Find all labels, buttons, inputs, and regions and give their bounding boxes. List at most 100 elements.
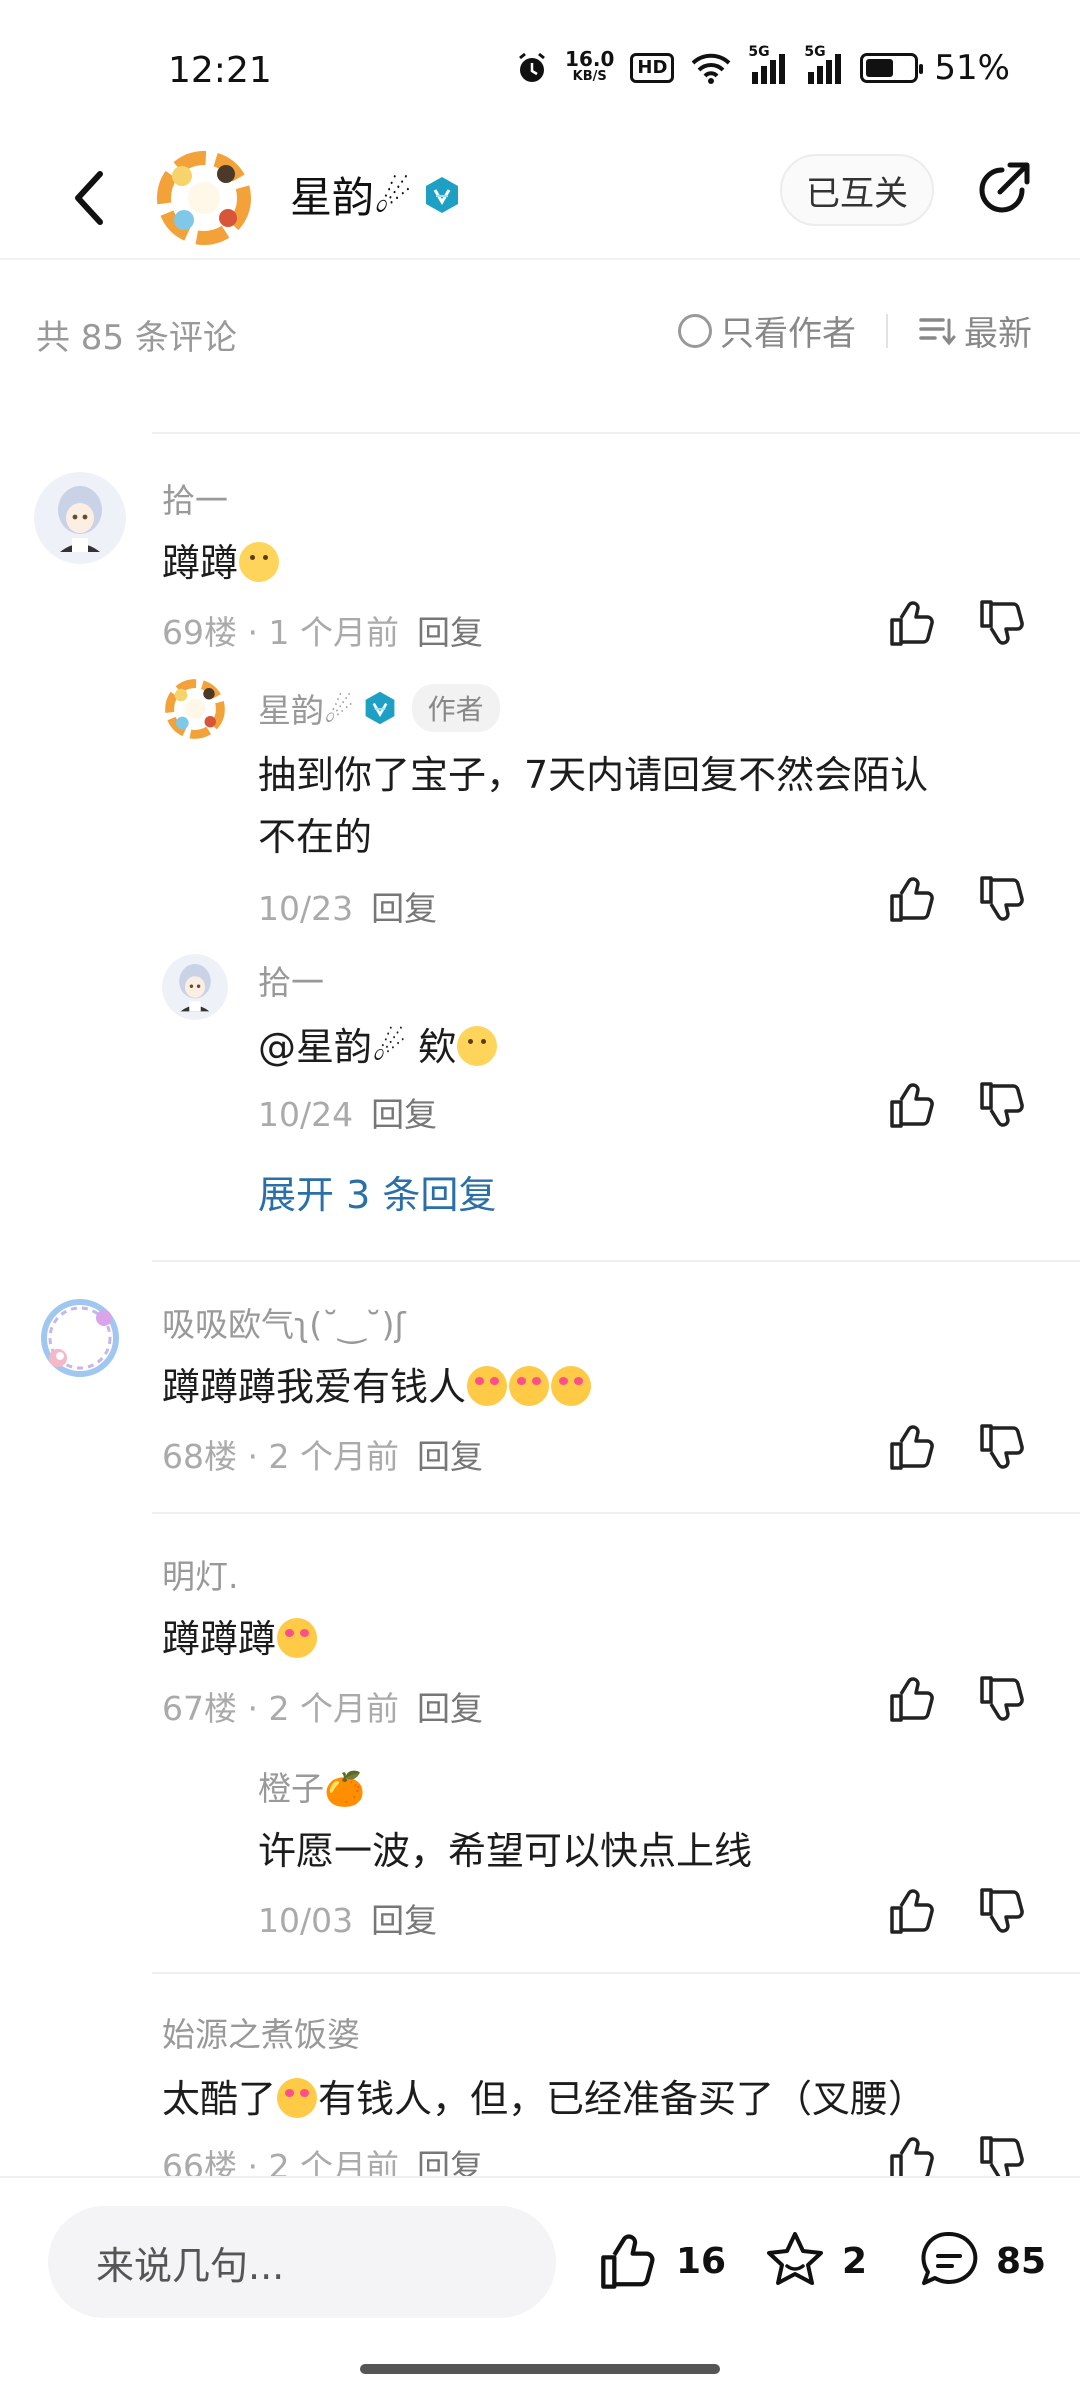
comment-floor-time: 69楼 · 1 个月前 [162,613,399,652]
share-icon[interactable] [964,152,1040,228]
battery-percent: 51% [934,48,1010,88]
reply-date: 10/23 [258,889,354,928]
reply-avatar[interactable] [162,954,228,1020]
comment-username[interactable]: 拾一 [162,474,228,522]
reply-text-content: @星韵☄ 欸 [258,1025,457,1069]
thumbs-up-icon[interactable] [886,596,940,650]
reply-button[interactable]: 回复 [371,889,437,928]
comment-username[interactable]: 始源之煮饭婆 [162,2008,360,2056]
network-speed: 16.0 KB/S [565,47,615,85]
author-avatar[interactable] [152,146,256,250]
comment-button[interactable]: 85 [916,2228,1046,2294]
author-name-row: 星韵☄ [290,164,462,225]
author-only-toggle[interactable]: 只看作者 [678,306,856,355]
comments-filter: 只看作者 最新 [678,306,1032,355]
divider [152,1260,1080,1262]
comment-count: 共 85 条评论 [36,318,237,358]
signal-label-1: 5G [748,44,770,60]
author-name[interactable]: 星韵☄ [290,164,412,225]
comment-text-before: 太酷了 [162,2077,277,2121]
thumbs-up-icon [601,2234,655,2289]
back-button[interactable] [50,158,130,238]
comments-toolbar: 共 85 条评论 只看作者 最新 [0,262,1080,404]
reply-meta: 10/24 回复 [258,1088,437,1136]
comment-text: 太酷了 有钱人，但，已经准备买了（叉腰） [162,2068,926,2130]
divider [152,432,1080,434]
comment-username[interactable]: 吸吸欧气ʅ(˘‿˘)ʃ [162,1298,406,1346]
emoji-heart-eyes-icon [467,1366,508,1406]
thumbs-down-icon[interactable] [976,596,1030,650]
comment-meta: 68楼 · 2 个月前 回复 [162,1430,483,1478]
status-bar: 12:21 16.0 KB/S HD 5G 5G 51% [0,0,1080,140]
verified-badge-icon [365,691,394,725]
author-only-label: 只看作者 [720,314,856,354]
reply-username[interactable]: 橙子🍊 [258,1762,365,1810]
status-icons: 16.0 KB/S HD 5G 5G 51% [515,44,1010,88]
expand-replies-link[interactable]: 展开 3 条回复 [258,1164,496,1219]
comment-avatar[interactable] [34,472,126,564]
reply-avatar[interactable] [162,676,228,742]
emoji-smile-icon [457,1026,498,1066]
emoji-heart-eyes-icon [551,1366,592,1406]
signal-icon-1: 5G [748,44,788,84]
verified-badge-icon [425,176,458,213]
back-arrow-icon [75,171,103,225]
alarm-icon [515,51,549,85]
thumbs-up-icon[interactable] [886,1078,940,1132]
reply-button[interactable]: 回复 [417,1437,483,1476]
wifi-icon [690,52,732,84]
divider [152,1512,1080,1514]
post-header: 星韵☄ 已互关 [0,140,1080,260]
star-icon [767,2232,823,2285]
battery-fill [866,59,894,77]
comment-icon [921,2231,978,2285]
author-tag: 作者 [411,684,500,732]
comment-count-bottom: 85 [996,2240,1047,2282]
thumbs-up-icon[interactable] [886,872,940,926]
sort-button[interactable]: 最新 [918,306,1032,355]
reply-text: @星韵☄ 欸 [258,1016,498,1078]
signal-icon-2: 5G [804,44,844,84]
home-indicator[interactable] [360,2364,720,2374]
thumbs-down-icon[interactable] [976,1672,1030,1726]
reply-username[interactable]: 拾一 [258,956,324,1004]
comment-floor-time: 68楼 · 2 个月前 [162,1437,399,1476]
comment-input[interactable]: 来说几句... [48,2206,556,2318]
circle-icon [678,313,712,348]
reply-button[interactable]: 回复 [417,613,483,652]
reply-button[interactable]: 回复 [371,1901,437,1940]
comment-username[interactable]: 明灯. [162,1550,239,1598]
thumbs-up-icon[interactable] [886,1884,940,1938]
reply-button[interactable]: 回复 [417,1689,483,1728]
reply-username-row: 星韵☄ 作者 [258,684,500,732]
reply-text-line-2: 不在的 [258,815,373,859]
thumbs-down-icon[interactable] [976,1884,1030,1938]
reply-username[interactable]: 星韵☄ [258,684,354,732]
network-speed-unit: KB/S [572,69,607,84]
emoji-smile-icon [239,542,280,582]
thumbs-down-icon[interactable] [976,1078,1030,1132]
emoji-heart-eyes-icon [277,1618,318,1658]
reply-text-line-1: 抽到你了宝子，7天内请回复不然会陌认 [258,753,929,797]
thumbs-down-icon[interactable] [976,1420,1030,1474]
comment-text-after: 有钱人，但，已经准备买了（叉腰） [318,2077,927,2121]
network-speed-value: 16.0 [565,47,615,71]
status-time: 12:21 [168,50,272,91]
emoji-heart-eyes-icon [509,1366,550,1406]
comment-meta: 67楼 · 2 个月前 回复 [162,1682,483,1730]
comment-avatar[interactable] [34,1292,126,1384]
emoji-heart-eyes-icon [277,2078,318,2118]
thumbs-up-icon[interactable] [886,1420,940,1474]
separator [886,313,888,348]
reply-button[interactable]: 回复 [371,1095,437,1134]
thumbs-up-icon[interactable] [886,1672,940,1726]
hd-icon: HD [630,53,675,83]
follow-status-button[interactable]: 已互关 [780,154,934,226]
reply-text: 许愿一波，希望可以快点上线 [258,1829,753,1873]
favorite-button[interactable]: 2 [762,2228,867,2294]
like-button[interactable]: 16 [596,2228,726,2294]
comment-text-content: 蹲蹲 [162,541,239,585]
comment-meta: 69楼 · 1 个月前 回复 [162,606,483,654]
reply-date: 10/24 [258,1095,354,1134]
thumbs-down-icon[interactable] [976,872,1030,926]
